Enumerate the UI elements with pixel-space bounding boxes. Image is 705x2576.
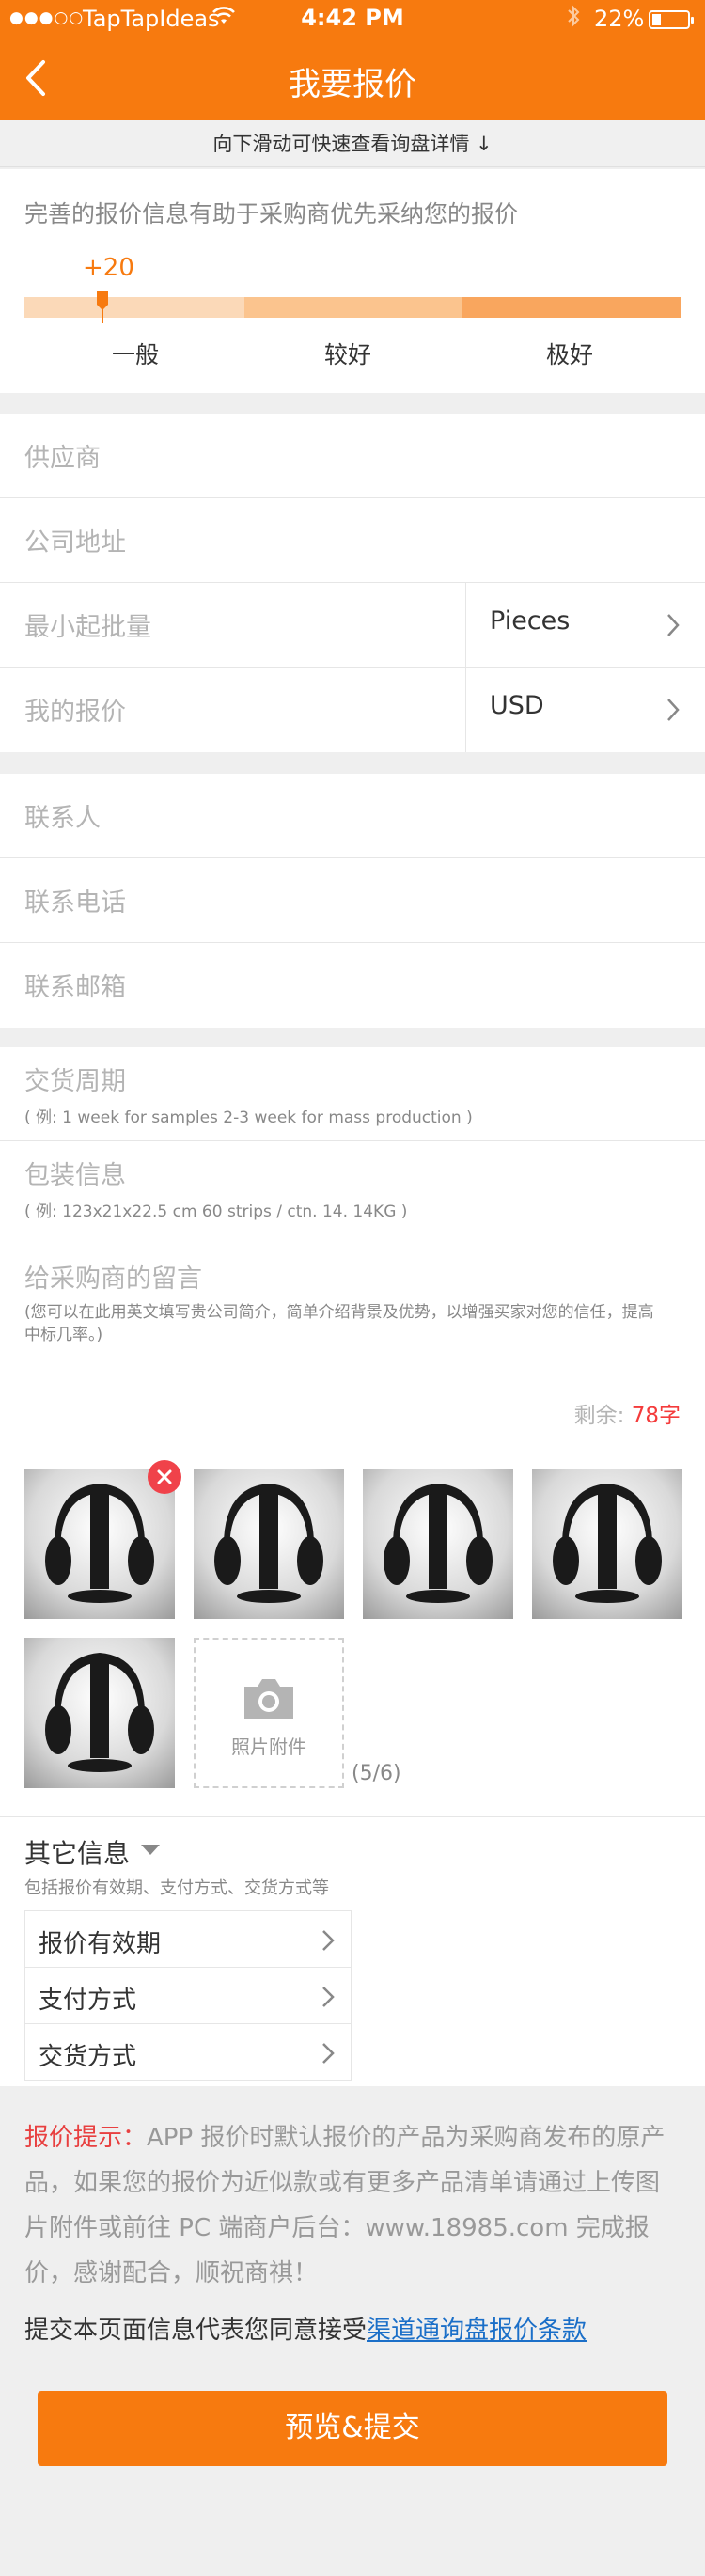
- level-label-normal: 一般: [111, 341, 159, 369]
- price-field[interactable]: 我的报价 USD: [0, 668, 705, 752]
- phone-field[interactable]: 联系电话: [0, 858, 705, 943]
- scroll-hint[interactable]: 向下滑动可快速查看询盘详情 ↓: [0, 120, 705, 167]
- message-placeholder: 给采购商的留言: [24, 1264, 202, 1294]
- moq-unit-select[interactable]: Pieces: [465, 583, 705, 668]
- address-placeholder: 公司地址: [24, 528, 126, 558]
- other-info-subtitle: 包括报价有效期、支付方式、交货方式等: [24, 1878, 329, 1898]
- add-photo-button[interactable]: 照片附件: [194, 1638, 344, 1788]
- delivery-example: ( 例: 1 week for samples 2-3 week for mas…: [24, 1108, 473, 1127]
- other-info-toggle[interactable]: 其它信息: [24, 1833, 130, 1871]
- score-marker-icon: [97, 291, 108, 323]
- supplier-placeholder: 供应商: [24, 444, 101, 473]
- level-label-excellent: 极好: [545, 341, 593, 369]
- delivery-placeholder: 交货周期: [24, 1067, 126, 1096]
- phone-placeholder: 联系电话: [24, 888, 126, 918]
- item-label: 交货方式: [39, 2043, 137, 2071]
- moq-unit-value: Pieces: [490, 606, 571, 636]
- attachment-photo[interactable]: [363, 1469, 513, 1619]
- currency-value: USD: [490, 691, 544, 720]
- divider: [0, 1816, 705, 1817]
- email-field[interactable]: 联系邮箱: [0, 943, 705, 1028]
- status-bar: ●●●○○ TapTapIdeas 4:42 PM 22%: [0, 0, 705, 38]
- camera-icon: [244, 1679, 293, 1719]
- moq-field[interactable]: 最小起批量 Pieces: [0, 583, 705, 668]
- delete-photo-icon[interactable]: [148, 1460, 181, 1494]
- quote-quality-meter: 完善的报价信息有助于采购商优先采纳您的报价 +20 一般 较好 极好: [0, 169, 705, 393]
- delivery-field[interactable]: 交货周期 ( 例: 1 week for samples 2-3 week fo…: [0, 1047, 705, 1141]
- contact-field[interactable]: 联系人: [0, 774, 705, 858]
- level-bar-excellent: [462, 297, 681, 318]
- chevron-right-icon: [667, 699, 680, 721]
- level-label-good: 较好: [323, 341, 371, 369]
- company-quote-form: 供应商 公司地址 最小起批量 Pieces 我的报价 USD: [0, 414, 705, 752]
- attachment-photo[interactable]: [194, 1469, 344, 1619]
- caret-down-icon[interactable]: [141, 1845, 160, 1856]
- level-bar-good: [244, 297, 462, 318]
- level-bar-normal: [24, 297, 244, 318]
- remaining-label: 剩余:: [573, 1404, 632, 1428]
- chevron-right-icon: [322, 1987, 335, 2007]
- packing-field[interactable]: 包装信息 ( 例: 123x21x22.5 cm 60 strips / ctn…: [0, 1141, 705, 1233]
- item-label: 报价有效期: [39, 1930, 162, 1958]
- message-example: (您可以在此用英文填写贵公司简介，简单介绍背景及优势，以增强买家对您的信任，提高…: [24, 1303, 654, 1344]
- nav-bar: 我要报价: [0, 38, 705, 120]
- attachment-photo[interactable]: [532, 1469, 682, 1619]
- attachment-photo[interactable]: [24, 1638, 175, 1788]
- moq-placeholder: 最小起批量: [24, 613, 151, 642]
- page-title: 我要报价: [289, 66, 416, 103]
- contact-placeholder: 联系人: [24, 804, 101, 833]
- email-placeholder: 联系邮箱: [24, 973, 126, 1002]
- currency-select[interactable]: USD: [465, 668, 705, 752]
- remaining-count: 78字: [631, 1404, 681, 1428]
- agreement: 提交本页面信息代表您同意接受渠道通询盘报价条款: [24, 2311, 587, 2346]
- preview-submit-button[interactable]: 预览&提交: [38, 2391, 667, 2466]
- packing-example: ( 例: 123x21x22.5 cm 60 strips / ctn. 14.…: [24, 1202, 408, 1221]
- quality-tip: 完善的报价信息有助于采购商优先采纳您的报价: [24, 200, 519, 228]
- remaining-chars: 剩余: 78字: [574, 1397, 681, 1429]
- photo-count: (5/6): [352, 1762, 401, 1785]
- chevron-right-icon: [322, 2043, 335, 2064]
- quote-notice: 报价提示：APP 报价时默认报价的产品为采购商发布的原产品，如果您的报价为近似款…: [24, 2115, 682, 2296]
- supplier-field[interactable]: 供应商: [0, 414, 705, 498]
- terms-link[interactable]: 渠道通询盘报价条款: [367, 2317, 587, 2345]
- bluetooth-icon: [566, 5, 581, 33]
- list-item-payment[interactable]: 支付方式: [25, 1968, 351, 2024]
- list-item-validity[interactable]: 报价有效期: [25, 1911, 351, 1968]
- chevron-right-icon: [667, 614, 680, 636]
- battery-icon: [649, 10, 694, 29]
- contact-form: 联系人 联系电话 联系邮箱: [0, 774, 705, 1028]
- message-field[interactable]: 给采购商的留言 (您可以在此用英文填写贵公司简介，简单介绍背景及优势，以增强买家…: [0, 1233, 705, 1384]
- details-form: 交货周期 ( 例: 1 week for samples 2-3 week fo…: [0, 1047, 705, 2086]
- item-label: 支付方式: [39, 1987, 137, 2015]
- price-placeholder: 我的报价: [24, 698, 126, 727]
- list-item-delivery-method[interactable]: 交货方式: [25, 2024, 351, 2081]
- notice-label: 报价提示：: [24, 2124, 148, 2152]
- quality-score: +20: [83, 254, 134, 282]
- agreement-text: 提交本页面信息代表您同意接受: [24, 2317, 368, 2345]
- address-field[interactable]: 公司地址: [0, 498, 705, 583]
- battery-percent: 22%: [594, 6, 645, 32]
- chevron-right-icon: [322, 1930, 335, 1951]
- packing-placeholder: 包装信息: [24, 1161, 126, 1190]
- other-info-list: 报价有效期 支付方式 交货方式: [24, 1910, 352, 2081]
- add-photo-label: 照片附件: [231, 1736, 306, 1758]
